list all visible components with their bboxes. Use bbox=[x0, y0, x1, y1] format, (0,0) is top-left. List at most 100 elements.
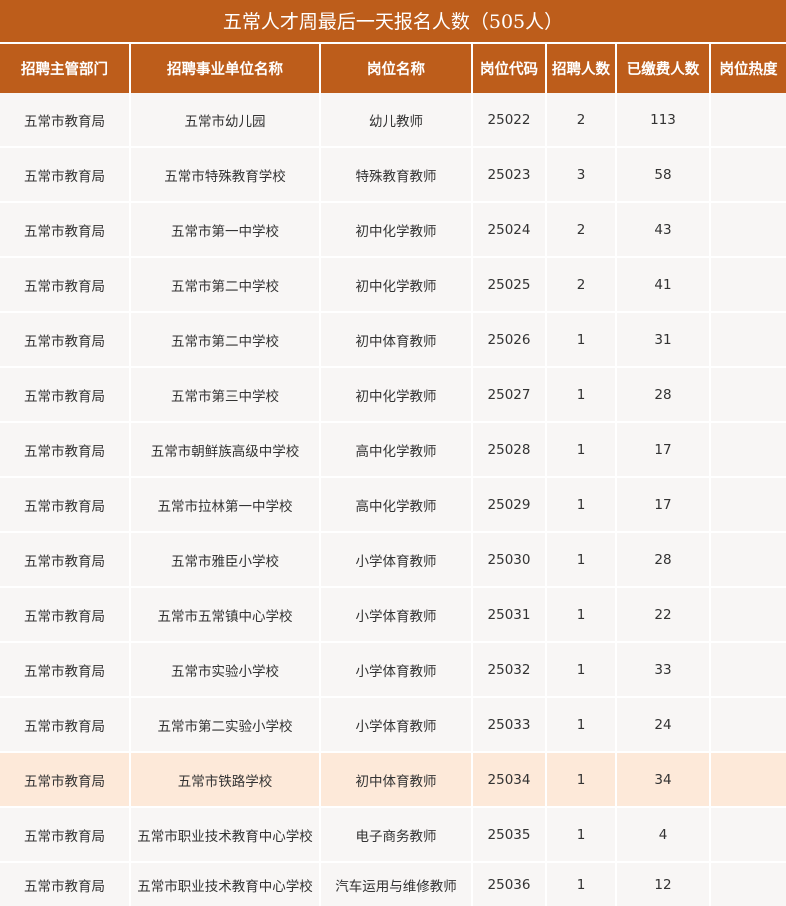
col-header-position: 岗位名称 bbox=[320, 44, 473, 93]
cell-department: 五常市教育局 bbox=[0, 367, 131, 423]
table-row: 五常市教育局 五常市第二中学校 初中化学教师 25025 2 41 bbox=[0, 257, 786, 313]
cell-code: 25028 bbox=[472, 422, 547, 478]
cell-code: 25025 bbox=[472, 257, 547, 313]
table-header-row: 招聘主管部门 招聘事业单位名称 岗位名称 岗位代码 招聘人数 已缴费人数 岗位热度 bbox=[0, 44, 786, 93]
cell-code: 25029 bbox=[472, 477, 547, 533]
cell-code: 25030 bbox=[472, 532, 547, 588]
cell-position: 电子商务教师 bbox=[320, 807, 473, 863]
page-title: 五常人才周最后一天报名人数（505人） bbox=[0, 0, 786, 44]
cell-unit: 五常市拉林第一中学校 bbox=[130, 477, 321, 533]
cell-hiring-count: 3 bbox=[546, 147, 617, 203]
cell-department: 五常市教育局 bbox=[0, 477, 131, 533]
col-header-department: 招聘主管部门 bbox=[0, 44, 131, 93]
cell-department: 五常市教育局 bbox=[0, 862, 131, 906]
cell-position: 初中体育教师 bbox=[320, 312, 473, 368]
col-header-paid-count: 已缴费人数 bbox=[616, 44, 711, 93]
cell-department: 五常市教育局 bbox=[0, 93, 131, 148]
cell-unit: 五常市第二中学校 bbox=[130, 257, 321, 313]
cell-position: 初中化学教师 bbox=[320, 202, 473, 258]
cell-heat bbox=[710, 587, 786, 643]
cell-unit: 五常市第二实验小学校 bbox=[130, 697, 321, 753]
cell-code: 25031 bbox=[472, 587, 547, 643]
cell-hiring-count: 1 bbox=[546, 587, 617, 643]
table-row: 五常市教育局 五常市职业技术教育中心学校 汽车运用与维修教师 25036 1 12 bbox=[0, 862, 786, 906]
cell-unit: 五常市第一中学校 bbox=[130, 202, 321, 258]
table-row: 五常市教育局 五常市第二中学校 初中体育教师 25026 1 31 bbox=[0, 312, 786, 368]
cell-position: 小学体育教师 bbox=[320, 642, 473, 698]
cell-heat bbox=[710, 202, 786, 258]
col-header-hiring-count: 招聘人数 bbox=[546, 44, 617, 93]
cell-code: 25027 bbox=[472, 367, 547, 423]
table-row: 五常市教育局 五常市第三中学校 初中化学教师 25027 1 28 bbox=[0, 367, 786, 423]
cell-department: 五常市教育局 bbox=[0, 752, 131, 808]
cell-unit: 五常市朝鲜族高级中学校 bbox=[130, 422, 321, 478]
cell-unit: 五常市职业技术教育中心学校 bbox=[130, 807, 321, 863]
table-row: 五常市教育局 五常市实验小学校 小学体育教师 25032 1 33 bbox=[0, 642, 786, 698]
cell-position: 初中化学教师 bbox=[320, 257, 473, 313]
cell-hiring-count: 1 bbox=[546, 422, 617, 478]
cell-paid-count: 24 bbox=[616, 697, 711, 753]
cell-department: 五常市教育局 bbox=[0, 807, 131, 863]
cell-hiring-count: 1 bbox=[546, 367, 617, 423]
cell-hiring-count: 1 bbox=[546, 862, 617, 906]
cell-hiring-count: 1 bbox=[546, 807, 617, 863]
table-row: 五常市教育局 五常市拉林第一中学校 高中化学教师 25029 1 17 bbox=[0, 477, 786, 533]
cell-paid-count: 4 bbox=[616, 807, 711, 863]
cell-paid-count: 22 bbox=[616, 587, 711, 643]
cell-heat bbox=[710, 367, 786, 423]
table-row: 五常市教育局 五常市五常镇中心学校 小学体育教师 25031 1 22 bbox=[0, 587, 786, 643]
registration-table: 招聘主管部门 招聘事业单位名称 岗位名称 岗位代码 招聘人数 已缴费人数 岗位热度 五常市教… bbox=[0, 44, 786, 906]
cell-code: 25034 bbox=[472, 752, 547, 808]
table-body: 五常市教育局 五常市幼儿园 幼儿教师 25022 2 113 五常市教育局 五常市特殊教育学校… bbox=[0, 93, 786, 906]
cell-paid-count: 33 bbox=[616, 642, 711, 698]
cell-code: 25035 bbox=[472, 807, 547, 863]
cell-unit: 五常市五常镇中心学校 bbox=[130, 587, 321, 643]
cell-paid-count: 17 bbox=[616, 477, 711, 533]
cell-unit: 五常市特殊教育学校 bbox=[130, 147, 321, 203]
cell-paid-count: 31 bbox=[616, 312, 711, 368]
cell-hiring-count: 2 bbox=[546, 257, 617, 313]
table-row: 五常市教育局 五常市雅臣小学校 小学体育教师 25030 1 28 bbox=[0, 532, 786, 588]
col-header-unit: 招聘事业单位名称 bbox=[130, 44, 321, 93]
cell-hiring-count: 1 bbox=[546, 752, 617, 808]
cell-paid-count: 12 bbox=[616, 862, 711, 906]
cell-unit: 五常市职业技术教育中心学校 bbox=[130, 862, 321, 906]
cell-hiring-count: 1 bbox=[546, 477, 617, 533]
col-header-code: 岗位代码 bbox=[472, 44, 547, 93]
cell-code: 25036 bbox=[472, 862, 547, 906]
cell-position: 初中化学教师 bbox=[320, 367, 473, 423]
cell-position: 特殊教育教师 bbox=[320, 147, 473, 203]
cell-code: 25032 bbox=[472, 642, 547, 698]
table-row: 五常市教育局 五常市第二实验小学校 小学体育教师 25033 1 24 bbox=[0, 697, 786, 753]
cell-code: 25026 bbox=[472, 312, 547, 368]
cell-code: 25033 bbox=[472, 697, 547, 753]
cell-position: 高中化学教师 bbox=[320, 422, 473, 478]
cell-unit: 五常市幼儿园 bbox=[130, 93, 321, 148]
cell-unit: 五常市第三中学校 bbox=[130, 367, 321, 423]
table-row: 五常市教育局 五常市职业技术教育中心学校 电子商务教师 25035 1 4 bbox=[0, 807, 786, 863]
cell-heat bbox=[710, 312, 786, 368]
cell-hiring-count: 1 bbox=[546, 312, 617, 368]
cell-code: 25024 bbox=[472, 202, 547, 258]
cell-hiring-count: 2 bbox=[546, 202, 617, 258]
cell-unit: 五常市雅臣小学校 bbox=[130, 532, 321, 588]
cell-heat bbox=[710, 147, 786, 203]
cell-position: 小学体育教师 bbox=[320, 532, 473, 588]
cell-hiring-count: 1 bbox=[546, 697, 617, 753]
cell-heat bbox=[710, 477, 786, 533]
cell-position: 初中体育教师 bbox=[320, 752, 473, 808]
cell-heat bbox=[710, 532, 786, 588]
cell-position: 小学体育教师 bbox=[320, 697, 473, 753]
table-row: 五常市教育局 五常市铁路学校 初中体育教师 25034 1 34 bbox=[0, 752, 786, 808]
col-header-heat: 岗位热度 bbox=[710, 44, 786, 93]
cell-heat bbox=[710, 862, 786, 906]
cell-unit: 五常市第二中学校 bbox=[130, 312, 321, 368]
cell-hiring-count: 1 bbox=[546, 532, 617, 588]
cell-department: 五常市教育局 bbox=[0, 147, 131, 203]
cell-hiring-count: 2 bbox=[546, 93, 617, 148]
cell-department: 五常市教育局 bbox=[0, 697, 131, 753]
cell-position: 汽车运用与维修教师 bbox=[320, 862, 473, 906]
cell-paid-count: 17 bbox=[616, 422, 711, 478]
cell-paid-count: 28 bbox=[616, 532, 711, 588]
cell-position: 小学体育教师 bbox=[320, 587, 473, 643]
